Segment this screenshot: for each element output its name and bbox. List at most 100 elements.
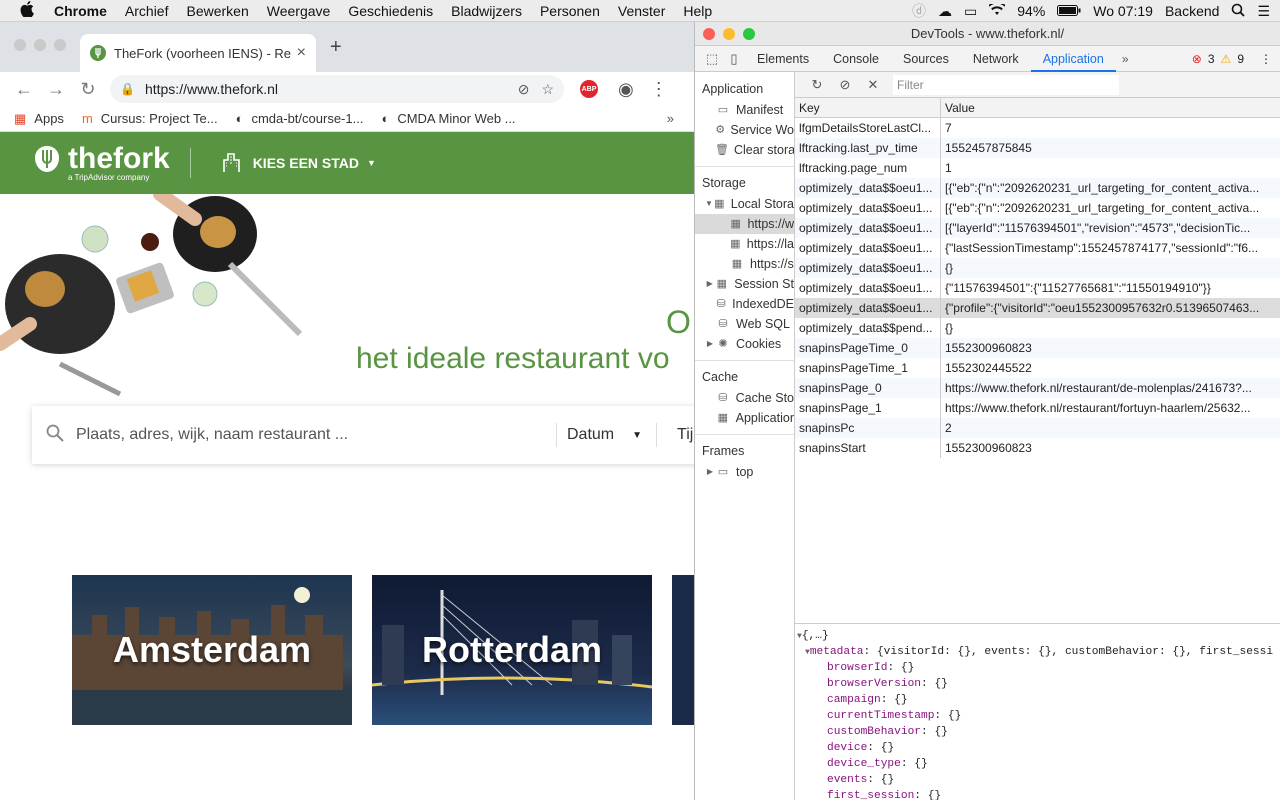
- menu-geschiedenis[interactable]: Geschiedenis: [348, 3, 433, 19]
- filter-input[interactable]: Filter: [893, 74, 1119, 95]
- sidebar-item-manifest[interactable]: ▭ Manifest: [695, 100, 794, 120]
- time-select[interactable]: Tij: [677, 426, 693, 444]
- table-row[interactable]: snapinsPc 2: [795, 418, 1280, 438]
- menu-personen[interactable]: Personen: [540, 3, 600, 19]
- row-key[interactable]: snapinsPageTime_0: [795, 338, 941, 358]
- choose-city-button[interactable]: KIES EEN STAD ▼: [221, 151, 376, 176]
- clock[interactable]: Wo 07:19: [1093, 3, 1153, 19]
- sidebar-item-indexeddb[interactable]: ⛁ IndexedDE: [695, 294, 794, 314]
- row-value[interactable]: {"11576394501":{"11527765681":"115501949…: [941, 278, 1280, 298]
- row-key[interactable]: snapinsStart: [795, 438, 941, 458]
- row-key[interactable]: optimizely_data$$oeu1...: [795, 238, 941, 258]
- preview-field[interactable]: events: {}: [797, 772, 1280, 788]
- row-key[interactable]: lftracking.last_pv_time: [795, 138, 941, 158]
- more-tabs-icon[interactable]: »: [1116, 52, 1135, 66]
- sidebar-item-local-origin-3[interactable]: ▦ https://s: [695, 254, 794, 274]
- tab-network[interactable]: Network: [961, 46, 1031, 72]
- forward-icon[interactable]: →: [40, 79, 72, 100]
- sidebar-item-application-cache[interactable]: ▦ Applicatior: [695, 408, 794, 428]
- reload-icon[interactable]: ↻: [72, 79, 104, 100]
- row-value[interactable]: 1552300960823: [941, 338, 1280, 358]
- menu-help[interactable]: Help: [683, 3, 712, 19]
- row-key[interactable]: snapinsPageTime_1: [795, 358, 941, 378]
- url-text[interactable]: https://www.thefork.nl: [145, 81, 506, 97]
- cookie-blocked-icon[interactable]: ⊘: [518, 81, 530, 98]
- clear-all-icon[interactable]: ⊘: [831, 77, 859, 93]
- warning-count[interactable]: 9: [1237, 52, 1244, 66]
- sidebar-item-local-storage[interactable]: ▼ ▦ Local Stora: [695, 194, 794, 214]
- bookmark-star-icon[interactable]: ☆: [541, 81, 554, 98]
- row-value[interactable]: 2: [941, 418, 1280, 438]
- preview-field[interactable]: browserVersion: {}: [797, 676, 1280, 692]
- preview-field[interactable]: device_type: {}: [797, 756, 1280, 772]
- bookmark-course[interactable]: ◐ cmda-bt/course-1...: [236, 111, 364, 126]
- row-value[interactable]: 1: [941, 158, 1280, 178]
- sidebar-item-service-workers[interactable]: ⚙ Service Wo: [695, 120, 794, 140]
- table-row[interactable]: optimizely_data$$pend...{}: [795, 318, 1280, 338]
- row-key[interactable]: optimizely_data$$oeu1...: [795, 258, 941, 278]
- row-value[interactable]: {"profile":{"visitorId":"oeu155230095763…: [941, 298, 1280, 318]
- error-icon[interactable]: ⊗: [1192, 52, 1202, 66]
- search-input[interactable]: Plaats, adres, wijk, naam restaurant ...: [76, 426, 556, 444]
- preview-field[interactable]: customBehavior: {}: [797, 724, 1280, 740]
- tab-close-icon[interactable]: ×: [297, 44, 306, 62]
- sidebar-item-local-origin-2[interactable]: ▦ https://la: [695, 234, 794, 254]
- menu-weergave[interactable]: Weergave: [267, 3, 331, 19]
- row-value[interactable]: {}: [941, 318, 1280, 338]
- row-key[interactable]: snapinsPage_0: [795, 378, 941, 398]
- row-key[interactable]: optimizely_data$$pend...: [795, 318, 941, 338]
- row-key[interactable]: lftracking.page_num: [795, 158, 941, 178]
- preview-field[interactable]: first_session: {}: [797, 788, 1280, 800]
- table-row[interactable]: lfgmDetailsStoreLastCl... 7: [795, 118, 1280, 138]
- table-row[interactable]: snapinsPageTime_1 1552302445522: [795, 358, 1280, 378]
- error-count[interactable]: 3: [1208, 52, 1215, 66]
- row-key[interactable]: snapinsPc: [795, 418, 941, 438]
- preview-metadata[interactable]: ▼metadata: {visitorId: {}, events: {}, c…: [797, 644, 1280, 660]
- bookmark-project-tech[interactable]: m Cursus: Project Te...: [82, 111, 218, 126]
- bookmark-apps[interactable]: ▦ Apps: [14, 111, 64, 127]
- apple-icon[interactable]: [20, 1, 40, 20]
- column-header-value[interactable]: Value: [941, 98, 1280, 117]
- table-row[interactable]: snapinsStart 1552300960823: [795, 438, 1280, 458]
- airplay-icon[interactable]: ▭: [964, 3, 977, 20]
- window-zoom-button[interactable]: [54, 39, 66, 51]
- sidebar-item-web-sql[interactable]: ⛁ Web SQL: [695, 314, 794, 334]
- row-value[interactable]: [{"eb":{"n":"2092620231_url_targeting_fo…: [941, 178, 1280, 198]
- expand-arrow-icon[interactable]: ▶: [705, 462, 715, 482]
- row-value[interactable]: 1552302445522: [941, 358, 1280, 378]
- lock-icon[interactable]: 🔒: [120, 82, 135, 96]
- row-key[interactable]: optimizely_data$$oeu1...: [795, 298, 941, 318]
- user-name[interactable]: Backend: [1165, 3, 1219, 19]
- window-minimize-button[interactable]: [34, 39, 46, 51]
- browser-tab[interactable]: TheFork (voorheen IENS) - Res ×: [80, 34, 316, 72]
- row-key[interactable]: lfgmDetailsStoreLastCl...: [795, 118, 941, 138]
- profile-icon[interactable]: ◉: [618, 79, 634, 100]
- chevron-down-icon[interactable]: ▼: [632, 430, 642, 441]
- row-value[interactable]: https://www.thefork.nl/restaurant/de-mol…: [941, 378, 1280, 398]
- row-key[interactable]: optimizely_data$$oeu1...: [795, 218, 941, 238]
- sidebar-item-session-storage[interactable]: ▶ ▦ Session St: [695, 274, 794, 294]
- sidebar-item-cookies[interactable]: ▶ ✺ Cookies: [695, 334, 794, 354]
- refresh-icon[interactable]: ↻: [803, 77, 831, 93]
- sidebar-item-local-origin-1[interactable]: ▦ https://w: [695, 214, 794, 234]
- status-icon[interactable]: ⓓ: [912, 1, 926, 21]
- row-value[interactable]: https://www.thefork.nl/restaurant/fortuy…: [941, 398, 1280, 418]
- menu-archief[interactable]: Archief: [125, 3, 169, 19]
- row-value[interactable]: 1552300960823: [941, 438, 1280, 458]
- table-row[interactable]: snapinsPage_1 https://www.thefork.nl/rest…: [795, 398, 1280, 418]
- table-row[interactable]: optimizely_data$$oeu1...{}: [795, 258, 1280, 278]
- city-card-rotterdam[interactable]: Rotterdam: [372, 575, 652, 725]
- table-row[interactable]: optimizely_data$$oeu1... {"lastSessionTim…: [795, 238, 1280, 258]
- table-row[interactable]: snapinsPageTime_0 1552300960823: [795, 338, 1280, 358]
- devtools-minimize-button[interactable]: [723, 28, 735, 40]
- sidebar-item-cache-storage[interactable]: ⛁ Cache Sto: [695, 388, 794, 408]
- delete-selected-icon[interactable]: ✕: [859, 77, 887, 93]
- row-key[interactable]: optimizely_data$$oeu1...: [795, 278, 941, 298]
- menu-chrome[interactable]: Chrome: [54, 3, 107, 19]
- table-row[interactable]: optimizely_data$$oeu1... [{"layerId":"115…: [795, 218, 1280, 238]
- city-card-amsterdam[interactable]: Amsterdam: [72, 575, 352, 725]
- back-icon[interactable]: ←: [8, 79, 40, 100]
- row-key[interactable]: optimizely_data$$oeu1...: [795, 198, 941, 218]
- preview-field[interactable]: browserId: {}: [797, 660, 1280, 676]
- new-tab-icon[interactable]: +: [330, 36, 342, 59]
